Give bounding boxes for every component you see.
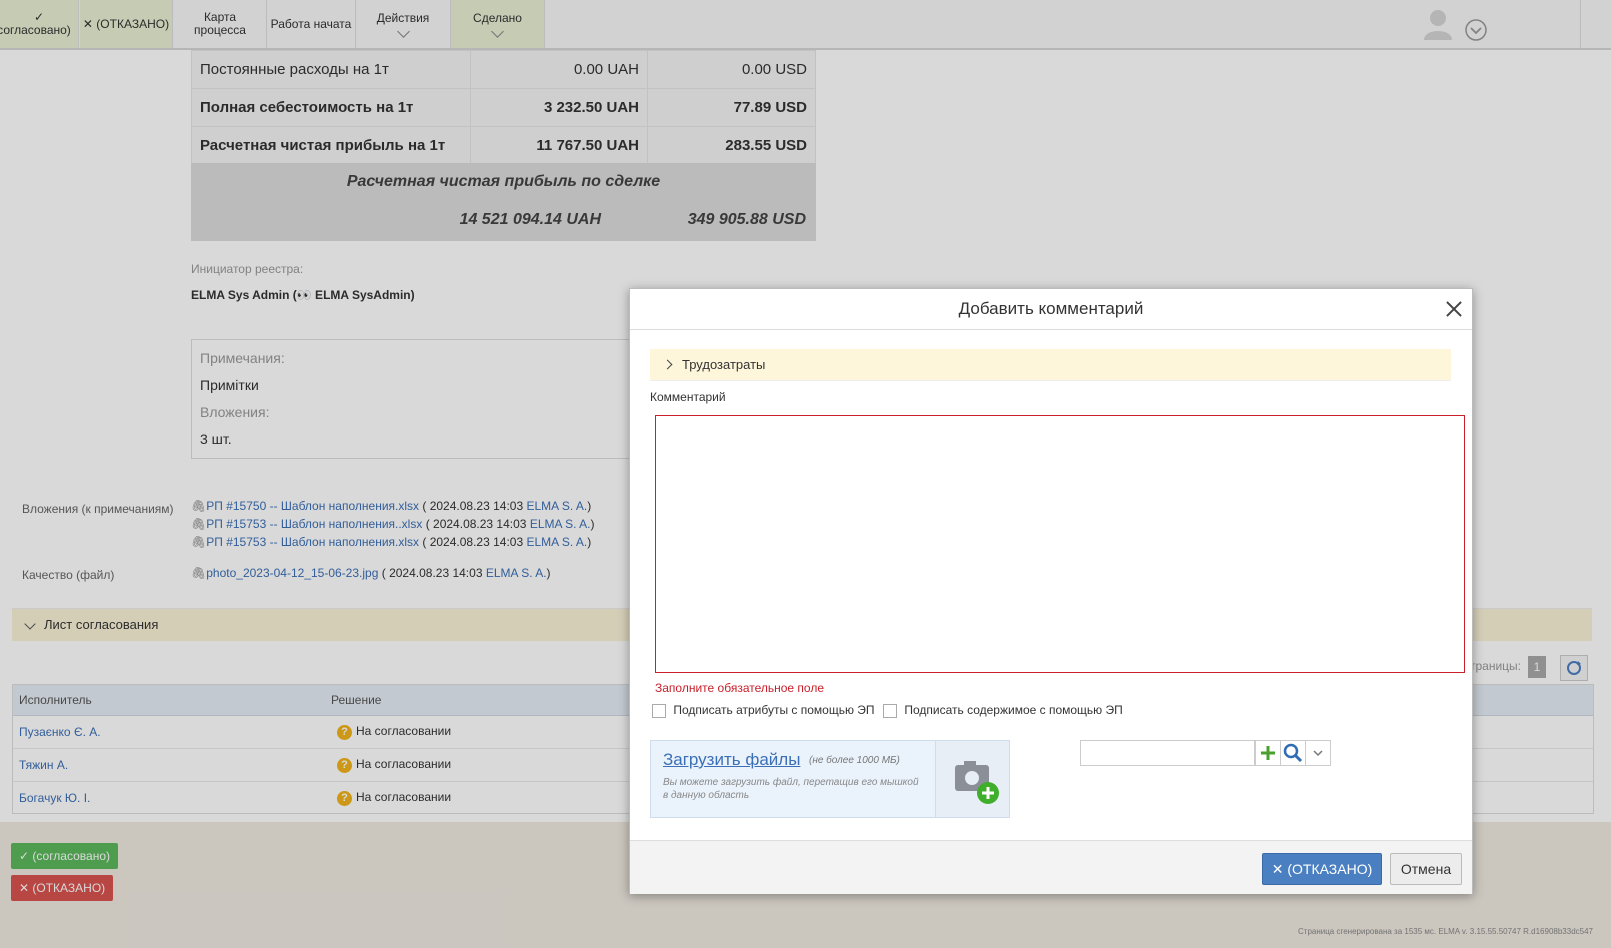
refuse-submit-button[interactable]: ✕ (ОТКАЗАНО)	[1262, 853, 1382, 885]
upload-limit: (не более 1000 МБ)	[809, 755, 900, 766]
comment-textarea[interactable]	[655, 415, 1465, 673]
search-icon[interactable]	[1280, 740, 1306, 766]
add-icon[interactable]	[1255, 740, 1281, 766]
required-error: Заполните обязательное поле	[655, 681, 825, 695]
document-picker-input[interactable]	[1080, 740, 1255, 766]
cancel-button[interactable]: Отмена	[1390, 853, 1462, 885]
file-upload-dropzone[interactable]: Загрузить файлы (не более 1000 МБ) Вы мо…	[650, 740, 1010, 818]
sign-attributes-checkbox[interactable]	[652, 703, 666, 718]
sign-content-option[interactable]: Подписать содержимое с помощью ЭП	[883, 703, 1123, 718]
chevron-down-icon[interactable]	[1305, 740, 1331, 766]
sign-content-label: Подписать содержимое с помощью ЭП	[904, 703, 1123, 717]
dialog-footer: ✕ (ОТКАЗАНО) Отмена	[630, 840, 1472, 894]
add-comment-dialog: Добавить комментарий Трудозатраты Коммен…	[629, 288, 1473, 894]
upload-files-link[interactable]: Загрузить файлы	[663, 750, 800, 770]
document-picker	[1080, 740, 1331, 766]
labor-section-title: Трудозатраты	[682, 357, 766, 372]
close-icon[interactable]	[1442, 297, 1466, 321]
comment-label: Комментарий	[650, 390, 726, 404]
camera-add-icon[interactable]	[935, 741, 1009, 817]
dialog-title: Добавить комментарий	[630, 289, 1472, 330]
sign-attributes-option[interactable]: Подписать атрибуты с помощью ЭП	[652, 703, 875, 718]
sign-attributes-label: Подписать атрибуты с помощью ЭП	[673, 703, 875, 717]
sign-content-checkbox[interactable]	[883, 703, 897, 718]
upload-hint: Вы можете загрузить файл, перетащив его …	[663, 777, 919, 801]
labor-section-header[interactable]: Трудозатраты	[650, 349, 1451, 381]
chevron-right-icon	[662, 359, 673, 370]
